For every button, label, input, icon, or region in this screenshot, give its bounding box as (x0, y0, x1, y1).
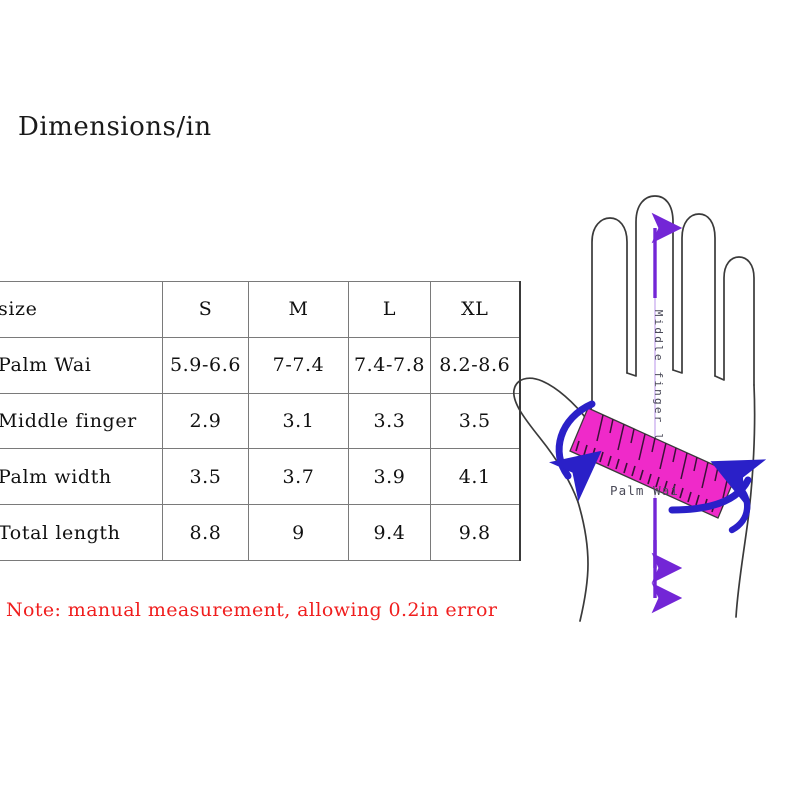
cell-palm-width-l: 3.9 (348, 448, 431, 506)
cell-middle-finger-s: 2.9 (162, 392, 249, 450)
cell-middle-finger-m: 3.1 (248, 392, 349, 450)
page-title: Dimensions/in (18, 112, 212, 142)
table-row: Palm Wai 5.9-6.6 7-7.4 7.4-7.8 8.2-8.6 (0, 336, 521, 394)
cell-palm-wai-s: 5.9-6.6 (162, 336, 249, 394)
table-row: Middle finger 2.9 3.1 3.3 3.5 (0, 392, 521, 450)
hand-outline-icon (513, 195, 756, 622)
column-header-size: size (0, 281, 163, 338)
cell-total-length-s: 8.8 (162, 504, 249, 561)
hand-measurement-diagram: Middle finger length Palm Wai (500, 180, 800, 630)
size-chart-table: size S M L XL Palm Wai 5.9-6.6 7-7.4 7.4… (0, 281, 521, 561)
column-header-l: L (348, 281, 431, 338)
row-label-palm-width: Palm width (0, 448, 163, 506)
row-label-total-length: Total length (0, 504, 163, 561)
column-header-s: S (162, 281, 249, 338)
cell-total-length-l: 9.4 (348, 504, 431, 561)
cell-middle-finger-l: 3.3 (348, 392, 431, 450)
table-row: Palm width 3.5 3.7 3.9 4.1 (0, 448, 521, 506)
cell-palm-width-s: 3.5 (162, 448, 249, 506)
cell-palm-wai-l: 7.4-7.8 (348, 336, 431, 394)
palm-wai-label: Palm Wai (610, 483, 679, 498)
table-row: Total length 8.8 9 9.4 9.8 (0, 504, 521, 561)
cell-total-length-m: 9 (248, 504, 349, 561)
table-header-row: size S M L XL (0, 281, 521, 338)
cell-palm-width-m: 3.7 (248, 448, 349, 506)
cell-palm-wai-m: 7-7.4 (248, 336, 349, 394)
column-header-m: M (248, 281, 349, 338)
row-label-palm-wai: Palm Wai (0, 336, 163, 394)
measurement-note: Note: manual measurement, allowing 0.2in… (6, 599, 498, 621)
row-label-middle-finger: Middle finger (0, 392, 163, 450)
